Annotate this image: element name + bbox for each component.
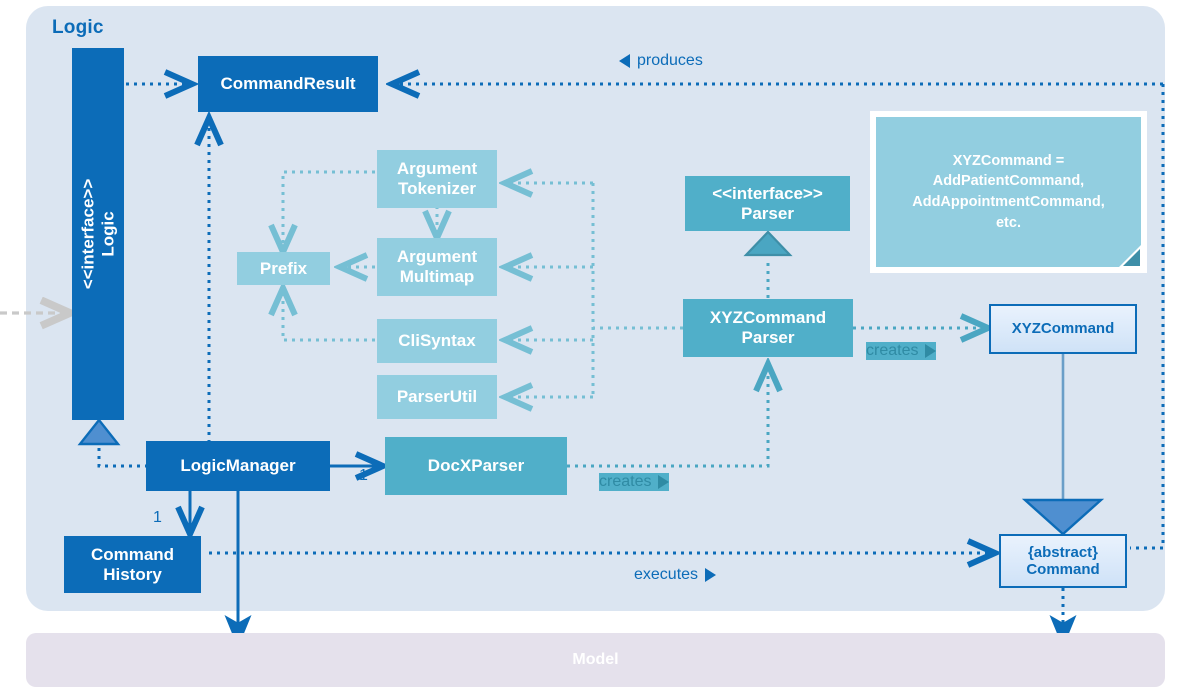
produces-text: produces: [637, 52, 703, 69]
logic-package-title: Logic: [52, 17, 104, 38]
model-package-panel: Model: [26, 633, 1165, 687]
abstract-command-line1: {abstract}: [1027, 543, 1099, 561]
xyz-command-parser-line2: Parser: [741, 328, 795, 347]
argument-multimap-line1: Argument: [396, 247, 478, 267]
arrow-left-icon: [619, 54, 630, 68]
parser-interface-stereotype: <<interface>>: [712, 183, 823, 203]
abstract-command-line2: Command: [1026, 561, 1100, 578]
command-history-line1: Command: [90, 544, 175, 564]
logic-manager-label: LogicManager: [180, 456, 296, 476]
prefix-label: Prefix: [259, 258, 308, 278]
command-history-line2: History: [103, 564, 162, 584]
xyz-command-parser-line1: XYZCommand: [709, 308, 827, 328]
arrow-right-icon: [658, 475, 670, 489]
xyz-command-label: XYZCommand: [1011, 320, 1115, 338]
creates-parser-text: creates: [599, 473, 652, 490]
argument-tokenizer-line1: Argument: [396, 159, 478, 179]
parser-util-label: ParserUtil: [396, 387, 478, 407]
logic-interface-name: Logic: [98, 211, 117, 257]
node-cli-syntax[interactable]: CliSyntax: [377, 319, 497, 363]
note-line4: etc.: [995, 214, 1021, 231]
node-argument-multimap[interactable]: Argument Multimap: [377, 238, 497, 296]
argument-multimap-line2: Multimap: [399, 267, 475, 286]
node-prefix[interactable]: Prefix: [237, 252, 330, 285]
note-line2: AddPatientCommand,: [932, 173, 1085, 190]
node-logic-interface[interactable]: <<interface>> Logic: [72, 48, 124, 420]
node-xyz-command[interactable]: XYZCommand: [989, 304, 1137, 354]
docx-parser-label: DocXParser: [427, 456, 525, 476]
node-parser-interface[interactable]: <<interface>> Parser: [685, 176, 850, 231]
parser-interface-name: Parser: [741, 203, 794, 223]
logic-interface-stereotype: <<interface>>: [78, 178, 98, 290]
note-line3: AddAppointmentCommand,: [912, 194, 1105, 210]
command-result-label: CommandResult: [220, 74, 356, 94]
edge-label-produces: produces: [619, 52, 703, 70]
creates-command-text: creates: [866, 342, 919, 359]
note-line1: XYZCommand =: [952, 152, 1065, 169]
executes-text: executes: [634, 566, 699, 583]
arrow-right-icon: [925, 344, 937, 358]
diagram-canvas: Logic <<interface>> Logic CommandResult …: [0, 0, 1191, 687]
node-command-result[interactable]: CommandResult: [198, 56, 378, 112]
note-xyzcommand-definition: XYZCommand = AddPatientCommand, AddAppoi…: [876, 117, 1141, 267]
multiplicity-command-history: 1: [153, 509, 162, 526]
node-command-history[interactable]: Command History: [64, 536, 201, 593]
argument-tokenizer-line2: Tokenizer: [397, 179, 477, 198]
edge-label-creates-parser: creates: [599, 473, 670, 491]
arrow-right-icon: [705, 568, 717, 582]
node-abstract-command[interactable]: {abstract} Command: [999, 534, 1127, 588]
edge-label-creates-command: creates: [866, 342, 937, 360]
node-docx-parser[interactable]: DocXParser: [385, 437, 567, 495]
edge-label-executes: executes: [634, 566, 717, 584]
node-parser-util[interactable]: ParserUtil: [377, 375, 497, 419]
note-fold-shade-icon: [1123, 249, 1140, 266]
node-argument-tokenizer[interactable]: Argument Tokenizer: [377, 150, 497, 208]
node-logic-manager[interactable]: LogicManager: [146, 441, 330, 491]
model-package-title: Model: [572, 651, 619, 668]
node-xyz-command-parser[interactable]: XYZCommand Parser: [683, 299, 853, 357]
cli-syntax-label: CliSyntax: [398, 331, 476, 351]
multiplicity-docx-parser: 1: [359, 467, 368, 484]
